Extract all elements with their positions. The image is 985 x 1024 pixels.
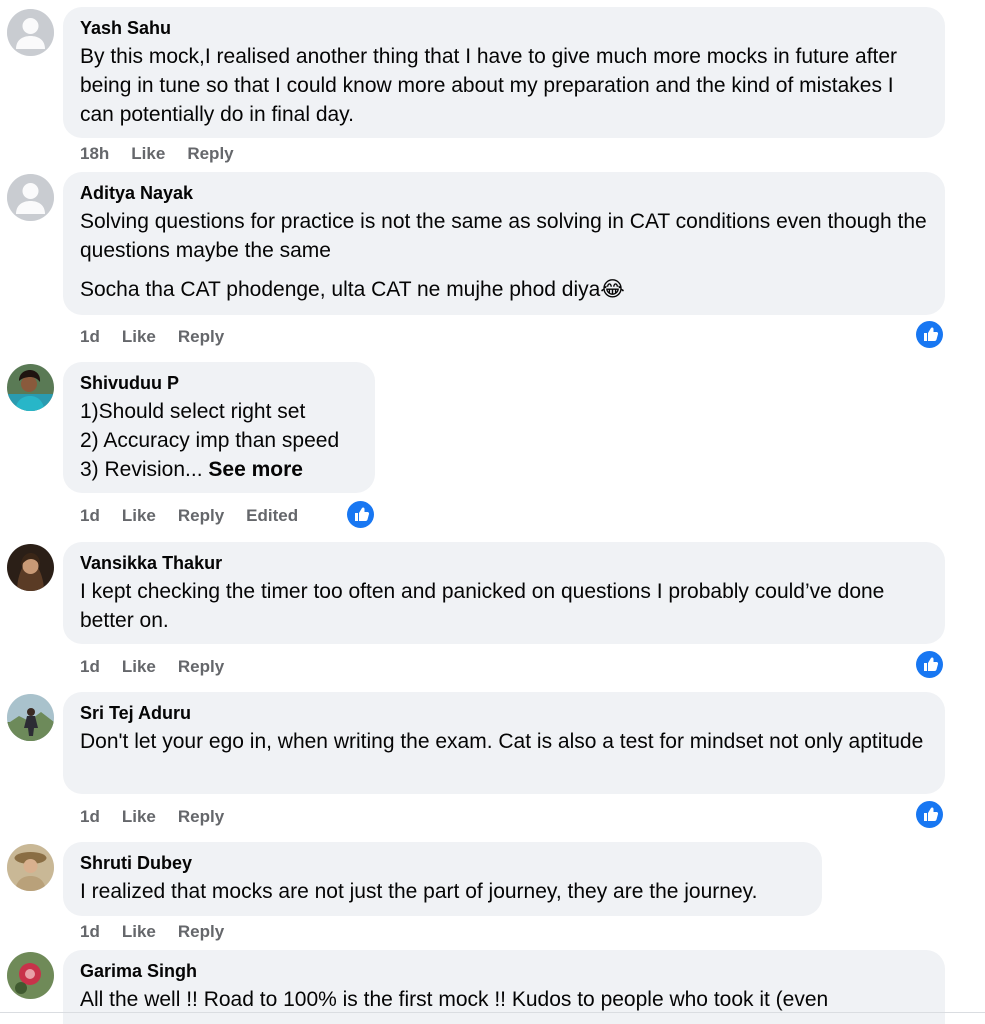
comment-timestamp[interactable]: 1d [80, 326, 100, 348]
comment-line: 3) Revision... See more [80, 455, 358, 484]
comment-paragraph: Solving questions for practice is not th… [80, 210, 927, 262]
avatar[interactable] [7, 694, 54, 741]
comment-text: All the well !! Road to 100% is the firs… [80, 985, 928, 1014]
like-button[interactable]: Like [122, 656, 156, 678]
comment-paragraph: I realized that mocks are not just the p… [80, 880, 758, 903]
reply-button[interactable]: Reply [178, 806, 224, 828]
comment-bubble: Vansikka Thakur I kept checking the time… [63, 542, 945, 644]
comment-timestamp[interactable]: 18h [80, 143, 109, 165]
comment-paragraph: Don't let your ego in, when writing the … [80, 730, 924, 753]
reply-button[interactable]: Reply [178, 326, 224, 348]
comment-actions: 1d Like Reply [80, 326, 224, 348]
comment-line: 1)Should select right set [80, 400, 306, 423]
comment-paragraph: By this mock,I realised another thing th… [80, 45, 898, 126]
comment-bubble: Aditya Nayak Solving questions for pract… [63, 172, 945, 315]
comment-timestamp[interactable]: 1d [80, 806, 100, 828]
avatar[interactable] [7, 544, 54, 591]
comment-author[interactable]: Yash Sahu [80, 17, 928, 39]
comment-text: I kept checking the timer too often and … [80, 577, 928, 635]
like-button[interactable]: Like [131, 143, 165, 165]
comment-bubble: Sri Tej Aduru Don't let your ego in, whe… [63, 692, 945, 794]
comment-text: I realized that mocks are not just the p… [80, 877, 805, 906]
laughing-emoji-icon: 😂 [600, 277, 625, 301]
comment-timestamp[interactable]: 1d [80, 656, 100, 678]
avatar[interactable] [7, 364, 54, 411]
comment-author[interactable]: Vansikka Thakur [80, 552, 928, 574]
comment-text: Solving questions for practice is not th… [80, 207, 928, 304]
comment-author[interactable]: Shivuduu P [80, 372, 358, 394]
comment-text: 1)Should select right set 2) Accuracy im… [80, 397, 358, 484]
comment-timestamp[interactable]: 1d [80, 921, 100, 943]
like-reaction-icon[interactable] [916, 801, 943, 828]
comment-line: 2) Accuracy imp than speed [80, 429, 340, 452]
comment-line-text: 3) Revision... [80, 458, 203, 481]
comment-text: Don't let your ego in, when writing the … [80, 727, 928, 756]
like-reaction-icon[interactable] [916, 321, 943, 348]
edited-label[interactable]: Edited [246, 505, 298, 527]
comment-actions: 1d Like Reply Edited [80, 505, 298, 527]
default-avatar-icon[interactable] [7, 9, 54, 56]
comment-author[interactable]: Garima Singh [80, 960, 928, 982]
comment-bubble: Shivuduu P 1)Should select right set 2) … [63, 362, 375, 493]
avatar[interactable] [7, 844, 54, 891]
like-reaction-icon[interactable] [347, 501, 374, 528]
reply-button[interactable]: Reply [178, 505, 224, 527]
comment-author[interactable]: Aditya Nayak [80, 182, 928, 204]
reply-button[interactable]: Reply [187, 143, 233, 165]
comment-actions: 18h Like Reply [80, 143, 234, 165]
like-reaction-icon[interactable] [916, 651, 943, 678]
comment-bubble: Shruti Dubey I realized that mocks are n… [63, 842, 822, 916]
divider [0, 1012, 985, 1013]
comment-paragraph-text: Socha tha CAT phodenge, ulta CAT ne mujh… [80, 278, 601, 301]
comment-actions: 1d Like Reply [80, 656, 224, 678]
comment-actions: 1d Like Reply [80, 921, 224, 943]
comment-actions: 1d Like Reply [80, 806, 224, 828]
comment-paragraph: Socha tha CAT phodenge, ulta CAT ne mujh… [80, 275, 928, 304]
see-more-link[interactable]: See more [208, 458, 303, 481]
comment-paragraph: All the well !! Road to 100% is the firs… [80, 988, 829, 1011]
like-button[interactable]: Like [122, 806, 156, 828]
comment-author[interactable]: Sri Tej Aduru [80, 702, 928, 724]
avatar[interactable] [7, 952, 54, 999]
reply-button[interactable]: Reply [178, 656, 224, 678]
comment-bubble: Yash Sahu By this mock,I realised anothe… [63, 7, 945, 138]
comment-paragraph: I kept checking the timer too often and … [80, 580, 885, 632]
comment-text: By this mock,I realised another thing th… [80, 42, 928, 129]
reply-button[interactable]: Reply [178, 921, 224, 943]
comment-author[interactable]: Shruti Dubey [80, 852, 805, 874]
comment-timestamp[interactable]: 1d [80, 505, 100, 527]
like-button[interactable]: Like [122, 505, 156, 527]
default-avatar-icon[interactable] [7, 174, 54, 221]
like-button[interactable]: Like [122, 326, 156, 348]
like-button[interactable]: Like [122, 921, 156, 943]
